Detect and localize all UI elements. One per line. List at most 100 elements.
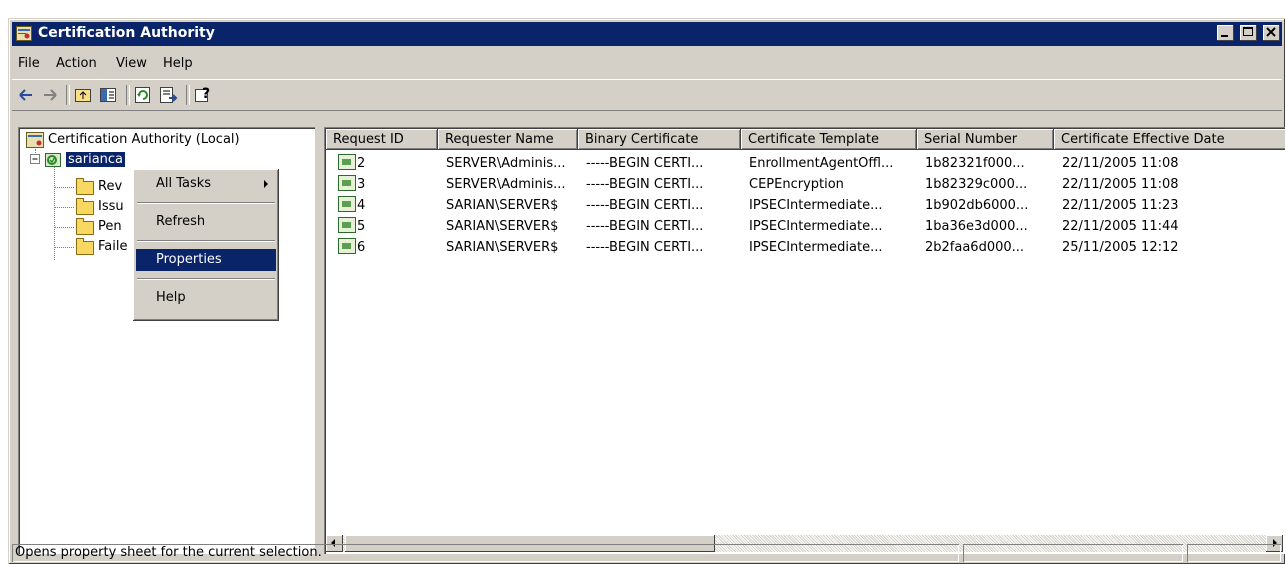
cell-request-id: 2 [357,156,366,171]
certificate-authority-icon [16,26,32,41]
status-text: Opens property sheet for the current sel… [15,545,322,560]
status-panel-2 [963,544,1183,562]
menu-action[interactable]: Action [56,56,97,71]
menu-item-properties[interactable]: Properties [136,249,276,271]
window-title: Certification Authority [38,25,215,41]
show-hide-tree-icon[interactable] [97,84,119,106]
column-header-certificate-template[interactable]: Certificate Template [741,129,917,150]
refresh-icon[interactable] [132,84,154,106]
tree-item-label: Pen [98,219,122,234]
cell-effective-date: 22/11/2005 11:44 [1062,219,1179,234]
column-header-request-id[interactable]: Request ID [326,129,438,150]
menu-help[interactable]: Help [163,56,193,71]
column-header-binary-certificate[interactable]: Binary Certificate [578,129,741,150]
tree-root-label: Certification Authority (Local) [48,132,240,147]
minimize-button[interactable] [1217,25,1235,41]
status-text-panel: Opens property sheet for the current sel… [12,544,959,562]
cell-request-id: 3 [357,177,366,192]
column-header-label: Request ID [333,132,404,147]
certificate-icon [338,154,356,170]
table-row[interactable]: 5 SARIAN\SERVER$ -----BEGIN CERTI... IPS… [326,216,1285,237]
column-header-serial-number[interactable]: Serial Number [917,129,1054,150]
toolbar-separator [66,85,70,105]
cell-requester-name: SARIAN\SERVER$ [446,219,559,234]
column-header-requester-name[interactable]: Requester Name [438,129,578,150]
cell-effective-date: 22/11/2005 11:23 [1062,198,1179,213]
collapse-icon[interactable] [30,154,41,165]
close-icon [1266,27,1276,37]
cell-effective-date: 22/11/2005 11:08 [1062,156,1179,171]
menu-separator [137,240,275,242]
title-bar[interactable]: Certification Authority [12,22,1282,46]
ca-server-icon [45,153,61,167]
cell-serial-number: 1b82321f000... [925,156,1025,171]
menu-item-all-tasks[interactable]: All Tasks [136,173,276,195]
status-bar: Opens property sheet for the current sel… [12,542,1282,564]
table-row[interactable]: 4 SARIAN\SERVER$ -----BEGIN CERTI... IPS… [326,195,1285,216]
cell-binary-certificate: -----BEGIN CERTI... [586,177,704,192]
mmc-window: Certification Authority File Action View… [8,18,1285,564]
tree-issued-certificates[interactable]: Issu [98,199,124,214]
column-header-effective-date[interactable]: Certificate Effective Date [1054,129,1285,150]
cell-serial-number: 1b82329c000... [925,177,1028,192]
table-row[interactable]: 2 SERVER\Adminis... -----BEGIN CERTI... … [326,153,1285,174]
menu-item-refresh[interactable]: Refresh [136,211,276,233]
menu-item-label: Properties [156,252,222,267]
cell-effective-date: 22/11/2005 11:08 [1062,177,1179,192]
close-button[interactable] [1263,25,1280,41]
cell-requester-name: SARIAN\SERVER$ [446,240,559,255]
cell-certificate-template: CEPEncryption [749,177,844,192]
cell-request-id: 4 [357,198,366,213]
certificate-authority-icon [26,132,44,148]
folder-icon [76,218,94,235]
certificate-icon [338,238,356,254]
menu-view[interactable]: View [116,56,147,71]
cell-certificate-template: IPSECIntermediate... [749,219,883,234]
tree-failed-requests[interactable]: Faile [98,239,127,254]
column-header-label: Certificate Template [748,132,879,147]
cell-binary-certificate: -----BEGIN CERTI... [586,198,704,213]
tree-ca-node[interactable]: sarianca [66,152,126,167]
menu-item-label: All Tasks [156,176,212,191]
menu-item-help[interactable]: Help [136,287,276,309]
certificate-icon [338,217,356,233]
minimize-icon [1221,35,1229,37]
table-row[interactable]: 6 SARIAN\SERVER$ -----BEGIN CERTI... IPS… [326,237,1285,258]
cell-serial-number: 1ba36e3d000... [925,219,1028,234]
tree-ca-label: sarianca [66,152,126,167]
results-list[interactable]: Request ID Requester Name Binary Certifi… [324,127,1285,554]
tree-item-label: Rev [98,179,123,194]
back-icon[interactable] [15,84,37,106]
menu-item-label: Help [156,290,186,305]
tree-pending-requests[interactable]: Pen [98,219,122,234]
svg-text:?: ? [202,86,210,102]
tree-item-label: Faile [98,239,128,254]
menu-separator [137,278,275,280]
forward-icon[interactable] [39,84,61,106]
table-row[interactable]: 3 SERVER\Adminis... -----BEGIN CERTI... … [326,174,1285,195]
tree-line [54,187,74,188]
export-list-icon[interactable] [157,84,179,106]
certificate-icon [338,196,356,212]
column-header-label: Requester Name [445,132,554,147]
cell-binary-certificate: -----BEGIN CERTI... [586,219,704,234]
cell-effective-date: 25/11/2005 12:12 [1062,240,1179,255]
up-folder-icon[interactable] [72,84,94,106]
tree-revoked-certificates[interactable]: Rev [98,179,122,194]
help-icon[interactable]: ? [192,84,214,106]
tree-line [54,207,74,208]
menu-bar: File Action View Help [12,53,1282,75]
cell-binary-certificate: -----BEGIN CERTI... [586,240,704,255]
cell-requester-name: SERVER\Adminis... [446,156,566,171]
toolbar: ? [12,79,1282,111]
cell-requester-name: SARIAN\SERVER$ [446,198,559,213]
cell-certificate-template: EnrollmentAgentOffl... [749,156,894,171]
cell-request-id: 5 [357,219,366,234]
menu-item-label: Refresh [156,214,206,229]
status-panel-3 [1187,544,1281,562]
maximize-icon [1243,27,1254,36]
maximize-button[interactable] [1240,25,1258,41]
tree-root[interactable]: Certification Authority (Local) [48,132,240,147]
menu-separator [137,202,275,204]
menu-file[interactable]: File [18,56,40,71]
